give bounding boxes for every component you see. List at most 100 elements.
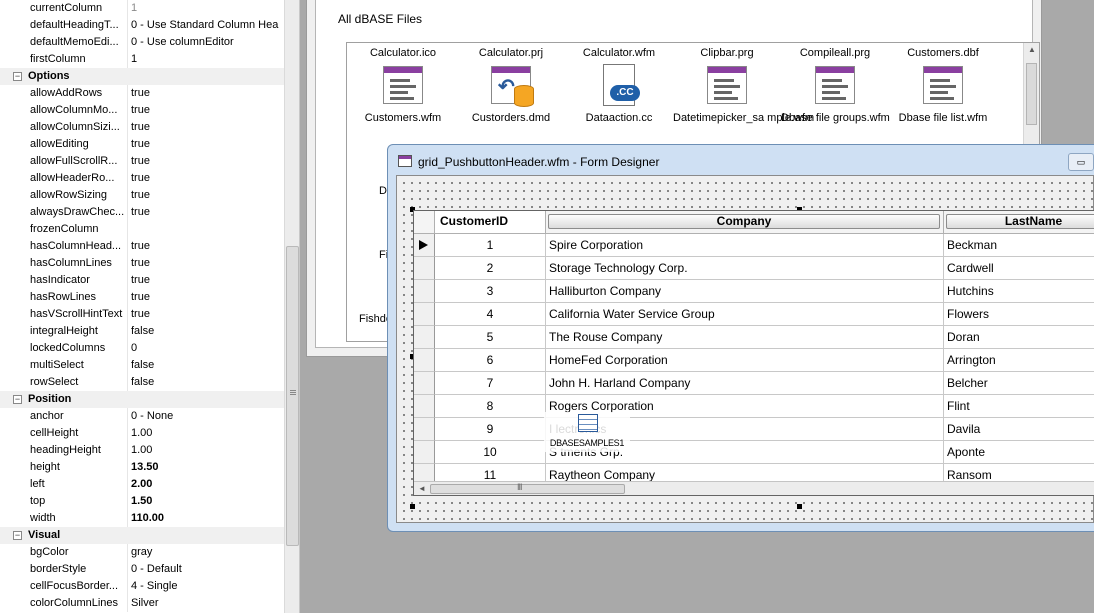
property-value[interactable]: 0 - None: [131, 408, 283, 425]
category-position[interactable]: − Position: [0, 391, 299, 408]
window-control-button[interactable]: ▭: [1068, 153, 1094, 171]
inspector-scroll-thumb[interactable]: [286, 246, 299, 546]
property-row[interactable]: integralHeight false: [0, 323, 299, 340]
property-row[interactable]: headingHeight 1.00: [0, 442, 299, 459]
property-value[interactable]: true: [131, 255, 283, 272]
cell-lastname[interactable]: Arrington: [944, 349, 1094, 372]
category-options[interactable]: − Options: [0, 68, 299, 85]
property-value[interactable]: true: [131, 170, 283, 187]
table-row[interactable]: 1 Spire Corporation Beckman: [414, 234, 1094, 257]
property-value[interactable]: 0 - Default: [131, 561, 283, 578]
row-indicator[interactable]: [414, 349, 435, 372]
property-value[interactable]: 13.50: [131, 459, 283, 476]
property-value[interactable]: true: [131, 306, 283, 323]
collapse-icon[interactable]: −: [13, 72, 22, 81]
row-indicator[interactable]: [414, 280, 435, 303]
property-value[interactable]: 1.00: [131, 442, 283, 459]
property-value[interactable]: gray: [131, 544, 283, 561]
property-value[interactable]: 0: [131, 340, 283, 357]
property-row[interactable]: top 1.50: [0, 493, 299, 510]
row-indicator[interactable]: [414, 257, 435, 280]
table-row[interactable]: 10 S tments Grp. Aponte: [414, 441, 1094, 464]
property-row[interactable]: defaultMemoEdi... 0 - Use columnEditor: [0, 34, 299, 51]
table-row[interactable]: 4 California Water Service Group Flowers: [414, 303, 1094, 326]
designer-title-bar[interactable]: grid_PushbuttonHeader.wfm - Form Designe…: [388, 145, 1094, 175]
property-row[interactable]: allowRowSizing true: [0, 187, 299, 204]
cell-company[interactable]: The Rouse Company: [546, 326, 944, 349]
file-item[interactable]: Calculator.wfm .CC Dataaction.cc: [565, 47, 673, 125]
property-value[interactable]: false: [131, 357, 283, 374]
property-value[interactable]: false: [131, 323, 283, 340]
property-row[interactable]: allowHeaderRo... true: [0, 170, 299, 187]
cell-company[interactable]: California Water Service Group: [546, 303, 944, 326]
property-row[interactable]: bgColor gray: [0, 544, 299, 561]
company-header-button[interactable]: Company: [548, 214, 940, 229]
table-row[interactable]: 5 The Rouse Company Doran: [414, 326, 1094, 349]
property-row[interactable]: cellFocusBorder... 4 - Single: [0, 578, 299, 595]
scroll-left-arrow-icon[interactable]: ◄: [418, 484, 426, 493]
design-surface[interactable]: CustomerID Company LastName 1 Spire Corpo…: [396, 175, 1094, 523]
property-row[interactable]: allowFullScrollR... true: [0, 153, 299, 170]
cell-company[interactable]: Halliburton Company: [546, 280, 944, 303]
property-row[interactable]: allowColumnMo... true: [0, 102, 299, 119]
property-value[interactable]: 1: [131, 51, 283, 68]
grid-scroll-thumb[interactable]: III: [430, 482, 625, 494]
property-value[interactable]: true: [131, 238, 283, 255]
file-item[interactable]: Calculator.ico Customers.wfm: [349, 47, 457, 125]
property-row[interactable]: hasRowLines true: [0, 289, 299, 306]
table-row[interactable]: 2 Storage Technology Corp. Cardwell: [414, 257, 1094, 280]
row-indicator[interactable]: [414, 395, 435, 418]
cell-lastname[interactable]: Flint: [944, 395, 1094, 418]
row-indicator[interactable]: [414, 372, 435, 395]
cell-lastname[interactable]: Beckman: [944, 234, 1094, 257]
cell-customerid[interactable]: 9: [435, 418, 546, 441]
table-row[interactable]: 9I lectronicsDavila: [414, 418, 1094, 441]
row-indicator[interactable]: [414, 303, 435, 326]
cell-customerid[interactable]: 2: [435, 257, 546, 280]
row-indicator[interactable]: [414, 418, 435, 441]
property-value[interactable]: 1.00: [131, 425, 283, 442]
property-value[interactable]: true: [131, 187, 283, 204]
property-value[interactable]: true: [131, 85, 283, 102]
property-value[interactable]: true: [131, 289, 283, 306]
property-row[interactable]: defaultHeadingT... 0 - Use Standard Colum…: [0, 17, 299, 34]
cell-customerid[interactable]: 1: [435, 234, 546, 257]
cell-company[interactable]: John H. Harland Company: [546, 372, 944, 395]
property-row[interactable]: firstColumn 1: [0, 51, 299, 68]
property-value[interactable]: true: [131, 272, 283, 289]
table-row[interactable]: 3 Halliburton Company Hutchins: [414, 280, 1094, 303]
lastname-header-button[interactable]: LastName: [946, 214, 1094, 229]
cell-lastname[interactable]: Davila: [944, 418, 1094, 441]
property-row[interactable]: currentColumn 1: [0, 0, 299, 17]
collapse-icon[interactable]: −: [13, 531, 22, 540]
table-row[interactable]: 7 John H. Harland Company Belcher: [414, 372, 1094, 395]
property-row[interactable]: hasVScrollHintText true: [0, 306, 299, 323]
property-row[interactable]: lockedColumns 0: [0, 340, 299, 357]
file-item[interactable]: Clipbar.prg Datetimepicker_sa mple.wfm: [673, 47, 814, 125]
property-row[interactable]: allowAddRows true: [0, 85, 299, 102]
property-row[interactable]: hasIndicator true: [0, 272, 299, 289]
cell-lastname[interactable]: Flowers: [944, 303, 1094, 326]
property-row[interactable]: colorColumnLines Silver: [0, 595, 299, 612]
column-header-lastname[interactable]: LastName: [944, 211, 1094, 234]
column-header-company[interactable]: Company: [546, 211, 944, 234]
property-row[interactable]: anchor 0 - None: [0, 408, 299, 425]
cell-lastname[interactable]: Aponte: [944, 441, 1094, 464]
cell-lastname[interactable]: Hutchins: [944, 280, 1094, 303]
property-row[interactable]: hasColumnHead... true: [0, 238, 299, 255]
cell-customerid[interactable]: 5: [435, 326, 546, 349]
scroll-up-arrow-icon[interactable]: ▲: [1028, 45, 1036, 54]
cell-customerid[interactable]: 6: [435, 349, 546, 372]
cell-lastname[interactable]: Doran: [944, 326, 1094, 349]
column-header-customerid[interactable]: CustomerID: [435, 211, 546, 234]
property-row[interactable]: cellHeight 1.00: [0, 425, 299, 442]
property-value[interactable]: false: [131, 374, 283, 391]
cell-lastname[interactable]: Belcher: [944, 372, 1094, 395]
category-visual[interactable]: − Visual: [0, 527, 299, 544]
property-value[interactable]: 0 - Use columnEditor: [131, 34, 283, 51]
collapse-icon[interactable]: −: [13, 395, 22, 404]
property-value[interactable]: 1: [131, 0, 283, 17]
property-value[interactable]: true: [131, 153, 283, 170]
selection-handle[interactable]: [410, 504, 415, 509]
property-row[interactable]: frozenColumn: [0, 221, 299, 238]
